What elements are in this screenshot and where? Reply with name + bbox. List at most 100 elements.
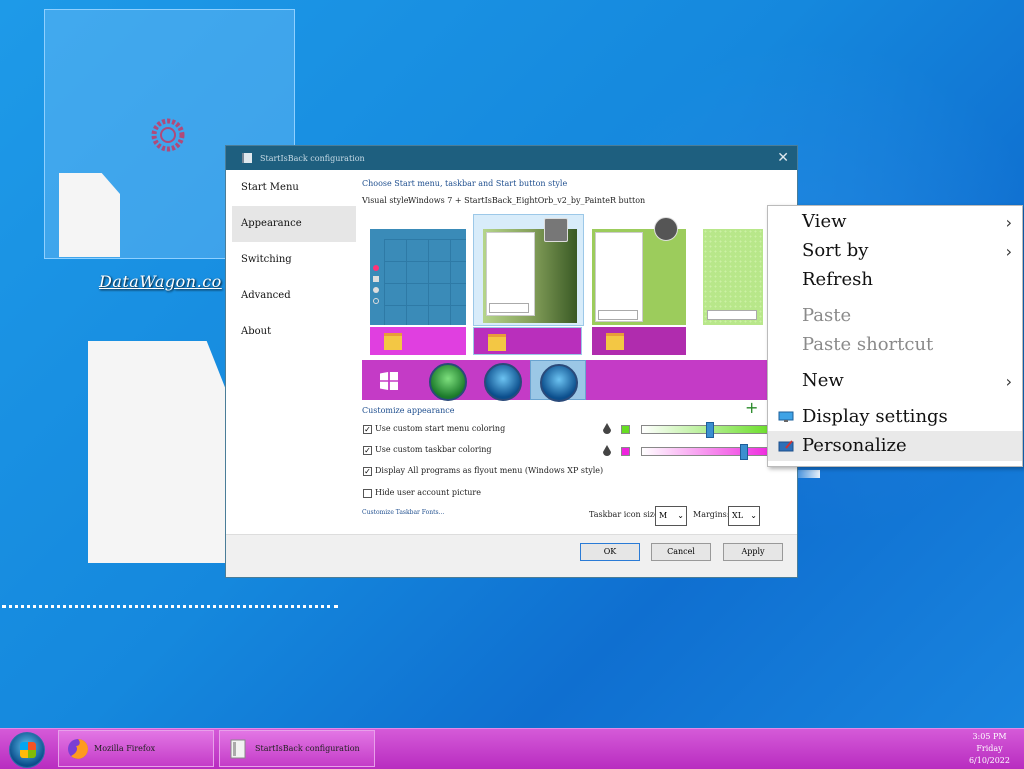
- windows7-orb-icon[interactable]: [484, 363, 522, 401]
- nav-about[interactable]: About: [232, 314, 356, 350]
- menu-item-view[interactable]: View ›: [768, 207, 1022, 237]
- desktop-file-icon[interactable]: [59, 173, 120, 257]
- app-icon: [242, 153, 252, 163]
- slider-thumb[interactable]: [706, 422, 714, 438]
- menu-item-sort-by[interactable]: Sort by ›: [768, 236, 1022, 266]
- start-menu-style-windows7-selected[interactable]: [473, 214, 584, 326]
- hide-user-picture-label: Hide user account picture: [375, 488, 481, 497]
- search-box-mini: [489, 303, 529, 313]
- customize-heading: Customize appearance: [362, 406, 455, 415]
- side-icons: [373, 265, 380, 315]
- ok-button[interactable]: OK: [580, 543, 640, 561]
- start-menu-color-slider[interactable]: [641, 422, 776, 438]
- taskbar-icon-size-label: Taskbar icon size:: [589, 510, 662, 519]
- custom-start-menu-coloring-checkbox[interactable]: ✓: [363, 425, 372, 434]
- folder-icon: [488, 334, 506, 351]
- eight-orb-icon[interactable]: [540, 364, 578, 402]
- menu-item-label: Sort by: [802, 240, 869, 261]
- start-menu-style-metro[interactable]: [370, 229, 466, 325]
- taskbar: Mozilla Firefox StartIsBack configuratio…: [0, 728, 1024, 769]
- personalize-icon: [778, 440, 794, 452]
- margins-select[interactable]: XL ⌄: [728, 506, 760, 526]
- taskbar-button-startisback[interactable]: StartIsBack configuration: [219, 730, 375, 767]
- menu-item-personalize[interactable]: Personalize: [768, 431, 1022, 461]
- add-style-icon[interactable]: +: [745, 398, 758, 417]
- desktop-item-label-dotted[interactable]: [2, 595, 338, 608]
- user-avatar-icon: [544, 218, 568, 242]
- style-heading: Choose Start menu, taskbar and Start but…: [362, 179, 568, 188]
- menu-item-label: Refresh: [802, 269, 873, 290]
- hide-user-picture-checkbox[interactable]: [363, 489, 372, 498]
- flyout-menu-label: Display All programs as flyout menu (Win…: [375, 466, 604, 475]
- taskbar-color-swatch[interactable]: [621, 447, 630, 456]
- menu-item-label: Paste: [802, 305, 852, 326]
- chevron-down-icon: ⌄: [677, 511, 684, 520]
- nav-appearance[interactable]: Appearance: [232, 206, 356, 242]
- taskbar-icon-size-select[interactable]: M ⌄: [655, 506, 687, 526]
- chevron-down-icon: ⌄: [750, 511, 757, 520]
- close-icon[interactable]: ✕: [777, 150, 789, 166]
- flyout-menu-checkbox[interactable]: ✓: [363, 467, 372, 476]
- start-menu-style-xp[interactable]: [703, 229, 763, 325]
- start-menu-preview: [483, 229, 577, 323]
- taskbar-style-1[interactable]: [370, 327, 466, 355]
- menu-item-paste-shortcut[interactable]: Paste shortcut: [768, 330, 1022, 360]
- margins-value: XL: [732, 511, 744, 520]
- system-clock[interactable]: 3:05 PM Friday 6/10/2022: [969, 731, 1010, 767]
- desktop-item-label[interactable]: DataWagon.co: [99, 272, 222, 291]
- windows-logo-icon: [20, 742, 36, 758]
- taskbar-color-slider[interactable]: [641, 444, 776, 460]
- menu-item-paste[interactable]: Paste: [768, 301, 1022, 331]
- taskbar-style-3[interactable]: [592, 327, 686, 355]
- customize-fonts-link[interactable]: Customize Taskbar Fonts...: [362, 509, 444, 516]
- opacity-drop-icon: [603, 423, 611, 434]
- start-menu-style-classic[interactable]: [592, 217, 686, 325]
- window-title: StartIsBack configuration: [260, 153, 365, 163]
- clock-time: 3:05 PM: [972, 732, 1007, 741]
- margins-label: Margins:: [693, 510, 730, 519]
- custom-taskbar-coloring-checkbox[interactable]: ✓: [363, 446, 372, 455]
- gear-icon[interactable]: [145, 112, 191, 158]
- apply-button[interactable]: Apply: [723, 543, 783, 561]
- menu-item-refresh[interactable]: Refresh: [768, 265, 1022, 295]
- menu-item-new[interactable]: New ›: [768, 366, 1022, 396]
- clover-orb-icon[interactable]: [429, 363, 467, 401]
- task-label: StartIsBack configuration: [255, 744, 360, 753]
- nav-advanced[interactable]: Advanced: [232, 278, 356, 314]
- taskbar-button-firefox[interactable]: Mozilla Firefox: [58, 730, 214, 767]
- display-icon: [778, 411, 794, 422]
- visual-style-value: Windows 7 + StartIsBack_EightOrb_v2_by_P…: [408, 196, 646, 205]
- start-button-style-bar: [362, 360, 799, 402]
- taskbar-icon-size-value: M: [659, 511, 668, 520]
- custom-start-menu-coloring-label: Use custom start menu coloring: [375, 424, 506, 433]
- start-button[interactable]: [9, 732, 45, 768]
- start-menu-color-swatch[interactable]: [621, 425, 630, 434]
- slider-thumb[interactable]: [740, 444, 748, 460]
- menu-item-label: Personalize: [802, 435, 907, 456]
- window-titlebar[interactable]: StartIsBack configuration ✕: [226, 146, 797, 170]
- taskbar-style-2-selected[interactable]: [473, 327, 582, 355]
- search-box-mini: [707, 310, 757, 320]
- chevron-right-icon: ›: [1005, 242, 1012, 261]
- desktop-file-icon-large[interactable]: [88, 341, 226, 563]
- config-icon: [230, 739, 246, 759]
- visual-style-label: Visual style:: [362, 196, 412, 205]
- task-label: Mozilla Firefox: [94, 744, 156, 753]
- startisback-window: StartIsBack configuration ✕ Start Menu A…: [225, 145, 799, 578]
- nav-switching[interactable]: Switching: [232, 242, 356, 278]
- opacity-drop-icon: [603, 445, 611, 456]
- menu-item-label: View: [802, 211, 847, 232]
- selected-orb-highlight: [530, 360, 586, 402]
- custom-taskbar-coloring-label: Use custom taskbar coloring: [375, 445, 492, 454]
- folder-icon: [606, 333, 624, 350]
- search-box-mini: [598, 310, 638, 320]
- firefox-icon: [68, 739, 88, 759]
- cancel-button[interactable]: Cancel: [651, 543, 711, 561]
- menu-item-display-settings[interactable]: Display settings: [768, 402, 1022, 432]
- menu-item-label: Paste shortcut: [802, 334, 934, 355]
- dialog-button-bar: OK Cancel Apply: [226, 534, 797, 577]
- settings-sidebar: Start Menu Appearance Switching Advanced…: [232, 170, 356, 350]
- nav-start-menu[interactable]: Start Menu: [232, 170, 356, 206]
- clock-day: Friday: [976, 744, 1003, 753]
- clock-date: 6/10/2022: [968, 756, 1010, 765]
